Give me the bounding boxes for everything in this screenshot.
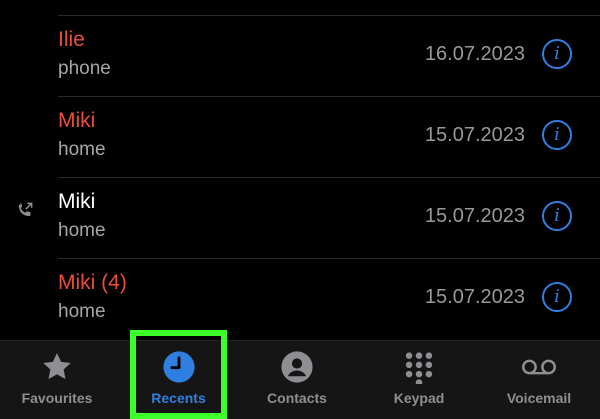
tab-label: Voicemail	[506, 390, 572, 406]
call-date: 15.07.2023	[424, 205, 525, 227]
person-circle-icon	[279, 349, 315, 385]
phone-screen: Ilie phone 16.07.2023 i Miki home 15.07.…	[0, 0, 600, 419]
call-row[interactable]: Miki home 15.07.2023 i	[0, 97, 600, 178]
call-date: 15.07.2023	[424, 286, 525, 308]
caller-name: Miki	[58, 190, 96, 213]
highlight-frame	[130, 330, 227, 419]
keypad-icon	[401, 349, 437, 385]
call-date: 15.07.2023	[424, 124, 525, 146]
outgoing-call-icon	[18, 202, 33, 217]
call-type-label: home	[58, 139, 106, 160]
info-icon[interactable]: i	[542, 120, 572, 150]
call-type-label: home	[58, 301, 106, 322]
star-icon	[39, 349, 75, 385]
tab-favourites[interactable]: Favourites	[8, 341, 106, 419]
tab-label: Keypad	[393, 390, 445, 406]
caller-name: Miki (4)	[58, 271, 127, 294]
call-type-label: home	[58, 220, 106, 241]
tab-label: Favourites	[21, 390, 93, 406]
voicemail-icon	[521, 349, 557, 385]
info-icon[interactable]: i	[542, 39, 572, 69]
recents-list: Ilie phone 16.07.2023 i Miki home 15.07.…	[0, 16, 600, 340]
info-icon[interactable]: i	[542, 201, 572, 231]
call-row[interactable]: Miki home 15.07.2023 i	[0, 178, 600, 259]
tab-label: Contacts	[267, 390, 327, 406]
tab-contacts[interactable]: Contacts	[250, 341, 344, 419]
info-icon[interactable]: i	[542, 282, 572, 312]
caller-name: Miki	[58, 109, 96, 132]
tab-bar: Favourites Recents Contacts Keypad Voice…	[0, 340, 600, 419]
caller-name: Ilie	[58, 28, 85, 51]
call-row[interactable]: Ilie phone 16.07.2023 i	[0, 16, 600, 97]
call-type-label: phone	[58, 58, 111, 79]
tab-keypad[interactable]: Keypad	[372, 341, 466, 419]
call-row[interactable]: Miki (4) home 15.07.2023 i	[0, 259, 600, 340]
tab-voicemail[interactable]: Voicemail	[492, 341, 586, 419]
call-date: 16.07.2023	[424, 43, 525, 65]
